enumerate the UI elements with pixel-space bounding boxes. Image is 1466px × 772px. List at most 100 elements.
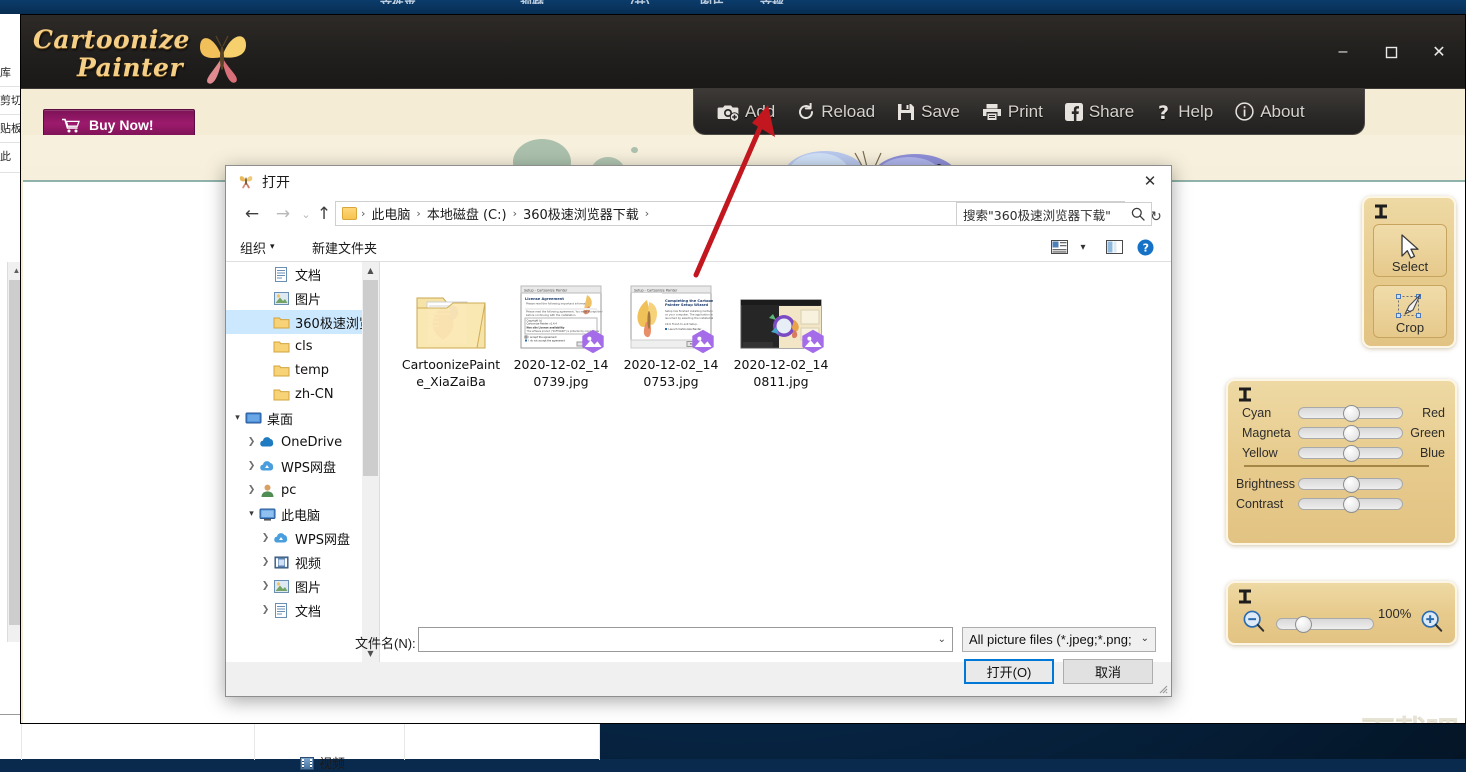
svg-text:Setup has finished installing: Setup has finished installing Cartoonize… bbox=[665, 309, 713, 313]
breadcrumb-item-0[interactable]: 此电脑 bbox=[366, 202, 415, 225]
tree-item-13[interactable]: ❯ 图片 bbox=[226, 574, 379, 598]
minimize-button[interactable]: – bbox=[1321, 35, 1365, 69]
pushpin-icon[interactable] bbox=[1238, 387, 1252, 405]
view-layout-icon[interactable] bbox=[1048, 236, 1070, 258]
open-button[interactable]: 打开(O) bbox=[964, 659, 1054, 684]
slider-contrast-knob[interactable] bbox=[1343, 496, 1360, 513]
nav-pane-scrollbar[interactable]: ▲ ▼ bbox=[362, 262, 379, 662]
svg-text:Please read the following agre: Please read the following agreement. You… bbox=[526, 310, 603, 314]
nav-back-button[interactable]: ← bbox=[240, 202, 264, 226]
magnifier-minus-icon[interactable] bbox=[1242, 609, 1266, 633]
toolbar-print-button[interactable]: Print bbox=[971, 98, 1054, 126]
chevron-right-icon[interactable]: ❯ bbox=[244, 437, 259, 447]
slider-contrast[interactable] bbox=[1298, 496, 1403, 513]
folder-icon bbox=[342, 207, 357, 220]
file-item-image-3[interactable]: 2020-12-02_140811.jpg bbox=[726, 276, 836, 392]
crop-icon bbox=[1396, 294, 1421, 318]
tool-crop-label: Crop bbox=[1395, 320, 1425, 335]
close-button[interactable]: ✕ bbox=[1417, 35, 1461, 69]
chevron-right-icon[interactable]: ❯ bbox=[258, 581, 273, 591]
tree-item-8[interactable]: ❯ WPS网盘 bbox=[226, 454, 379, 478]
maximize-button[interactable] bbox=[1369, 35, 1413, 69]
dialog-close-button[interactable]: ✕ bbox=[1129, 166, 1171, 196]
svg-text:?: ? bbox=[1142, 241, 1148, 254]
toolbar-reload-button[interactable]: Reload bbox=[786, 98, 886, 126]
picture-app-overlay-icon bbox=[692, 329, 714, 353]
breadcrumb-item-1[interactable]: 本地磁盘 (C:) bbox=[422, 202, 512, 225]
scroll-up-icon[interactable]: ▲ bbox=[362, 262, 379, 279]
breadcrumb-item-2[interactable]: 360极速浏览器下载 bbox=[518, 202, 644, 225]
tree-item-12[interactable]: ❯ 视频 bbox=[226, 550, 379, 574]
slider-brightness-knob[interactable] bbox=[1343, 476, 1360, 493]
slider-cyan-red[interactable] bbox=[1298, 405, 1403, 422]
toolbar-help-button[interactable]: ? Help bbox=[1145, 98, 1224, 126]
search-box[interactable]: 搜索"360极速浏览器下载" bbox=[956, 202, 1152, 226]
file-list[interactable]: CartoonizePainte_XiaZaiBa Setup - Cartoo… bbox=[380, 262, 1171, 662]
preview-pane-icon[interactable] bbox=[1103, 236, 1125, 258]
chevron-down-icon[interactable]: ⌄ bbox=[938, 634, 946, 645]
documents-icon bbox=[273, 602, 290, 618]
search-input[interactable]: 搜索"360极速浏览器下载" bbox=[963, 205, 1131, 224]
toolbar-share-button[interactable]: Share bbox=[1054, 98, 1145, 126]
tree-item-label: cls bbox=[295, 338, 313, 354]
slider-magneta-green[interactable] bbox=[1298, 425, 1403, 442]
tree-item-6[interactable]: ▾ 桌面 bbox=[226, 406, 379, 430]
tree-item-label: 此电脑 bbox=[281, 508, 321, 524]
tree-item-label: WPS网盘 bbox=[281, 460, 336, 476]
file-item-image-2[interactable]: Setup - Cartoonize Painter Completing th… bbox=[616, 276, 726, 392]
svg-text:Setup - Cartoonize Painter: Setup - Cartoonize Painter bbox=[634, 289, 678, 293]
chevron-right-icon[interactable]: ❯ bbox=[244, 461, 259, 471]
chevron-right-icon[interactable]: ❯ bbox=[258, 533, 273, 543]
tree-item-9[interactable]: ❯ pc bbox=[226, 478, 379, 502]
resize-grip[interactable] bbox=[1156, 682, 1168, 694]
organize-menu[interactable]: 组织 ▾ bbox=[234, 236, 281, 258]
chevron-down-icon[interactable]: ⌄ bbox=[1141, 633, 1149, 644]
magnifier-plus-icon[interactable] bbox=[1420, 609, 1444, 633]
svg-text:Painter Setup Wizard: Painter Setup Wizard bbox=[665, 303, 709, 307]
slider-brightness[interactable] bbox=[1298, 476, 1403, 493]
slider-cyan-red-knob[interactable] bbox=[1343, 405, 1360, 422]
file-item-folder[interactable]: CartoonizePainte_XiaZaiBa bbox=[396, 276, 506, 392]
nav-up-button[interactable]: ↑ bbox=[312, 202, 336, 226]
slider-yellow-blue[interactable] bbox=[1298, 445, 1403, 462]
tree-item-11[interactable]: ❯ WPS网盘 bbox=[226, 526, 379, 550]
toolbar-about-label: About bbox=[1260, 101, 1305, 121]
tree-item-0[interactable]: 文档 bbox=[226, 262, 379, 286]
toolbar-add-button[interactable]: Add bbox=[706, 98, 786, 126]
zoom-slider[interactable] bbox=[1276, 616, 1374, 633]
slider-magneta-green-knob[interactable] bbox=[1343, 425, 1360, 442]
toolbar-about-button[interactable]: About bbox=[1224, 98, 1315, 126]
tool-select-button[interactable]: Select bbox=[1373, 224, 1447, 277]
slider-row-cyan-red: Cyan Red bbox=[1242, 405, 1447, 422]
file-item-image-1[interactable]: Setup - Cartoonize Painter License Agree… bbox=[506, 276, 616, 392]
chevron-right-icon[interactable]: ❯ bbox=[244, 485, 259, 495]
cancel-button[interactable]: 取消 bbox=[1063, 659, 1153, 684]
tree-item-3[interactable]: cls bbox=[226, 334, 379, 358]
bg-explorer-video-row[interactable]: 视频 bbox=[300, 753, 345, 772]
view-chevron-down-icon[interactable]: ▾ bbox=[1074, 236, 1092, 258]
pushpin-icon[interactable] bbox=[1374, 204, 1388, 222]
tree-item-label: 视频 bbox=[295, 556, 322, 572]
tree-item-5[interactable]: zh-CN bbox=[226, 382, 379, 406]
tree-item-4[interactable]: temp bbox=[226, 358, 379, 382]
chevron-down-icon[interactable]: ▾ bbox=[230, 413, 245, 423]
nav-forward-button[interactable]: → bbox=[271, 202, 295, 226]
filetype-select[interactable]: All picture files (*.jpeg;*.png; ⌄ bbox=[962, 627, 1156, 652]
toolbar-save-button[interactable]: Save bbox=[886, 98, 971, 126]
slider-yellow-blue-knob[interactable] bbox=[1343, 445, 1360, 462]
chevron-right-icon[interactable]: ❯ bbox=[258, 605, 273, 615]
pushpin-icon[interactable] bbox=[1238, 589, 1252, 607]
tool-crop-button[interactable]: Crop bbox=[1373, 285, 1447, 338]
tree-item-14[interactable]: ❯ 文档 bbox=[226, 598, 379, 622]
tree-item-2[interactable]: 360极速浏览器下载 bbox=[226, 310, 379, 334]
new-folder-button[interactable]: 新建文件夹 bbox=[306, 236, 383, 258]
chevron-right-icon[interactable]: ❯ bbox=[258, 557, 273, 567]
chevron-down-icon[interactable]: ▾ bbox=[244, 509, 259, 519]
tree-item-1[interactable]: 图片 bbox=[226, 286, 379, 310]
zoom-slider-knob[interactable] bbox=[1295, 616, 1312, 633]
tree-item-10[interactable]: ▾ 此电脑 bbox=[226, 502, 379, 526]
nav-scroll-thumb[interactable] bbox=[363, 280, 378, 476]
filename-input[interactable]: ⌄ bbox=[418, 627, 953, 652]
tree-item-7[interactable]: ❯ OneDrive bbox=[226, 430, 379, 454]
help-circle-icon[interactable]: ? bbox=[1134, 236, 1156, 258]
